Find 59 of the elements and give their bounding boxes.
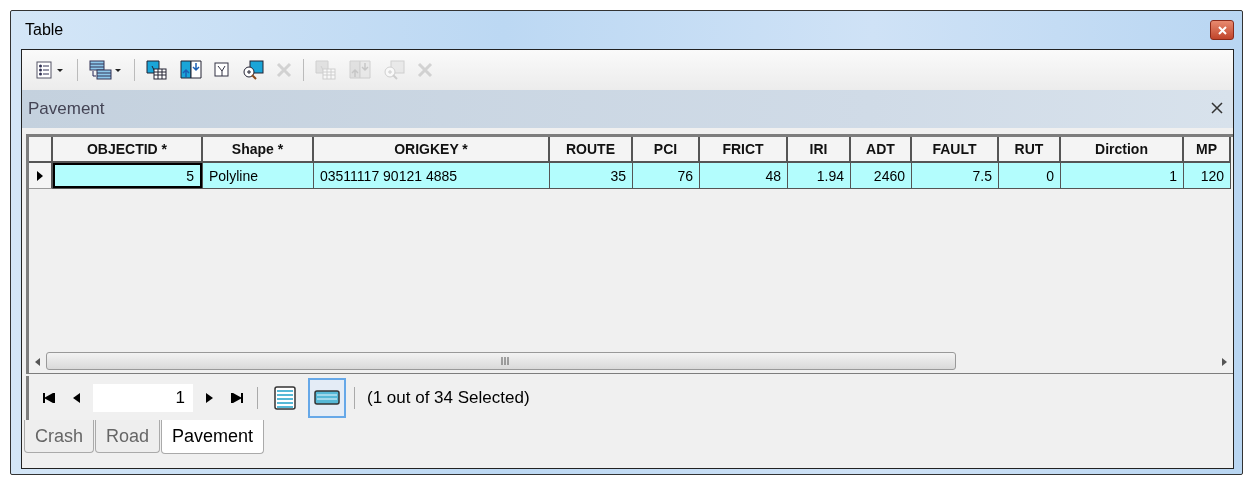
table-options-icon <box>36 61 66 79</box>
selection-status: (1 out of 34 Selected) <box>367 388 530 408</box>
left-arrow-icon <box>35 357 40 366</box>
last-record-icon <box>231 393 243 403</box>
column-header[interactable]: PCI <box>633 137 700 163</box>
table-cell: 35 <box>550 163 633 189</box>
table-cell: 0 <box>999 163 1061 189</box>
table-cell: 7.5 <box>912 163 999 189</box>
grip-icon <box>501 357 510 365</box>
row-marker[interactable] <box>29 163 53 189</box>
column-header[interactable]: OBJECTID * <box>53 137 203 163</box>
column-header[interactable]: ADT <box>851 137 912 163</box>
column-header[interactable]: ORIGKEY * <box>314 137 550 163</box>
column-header[interactable]: FRICT <box>700 137 788 163</box>
scrollbar-thumb[interactable] <box>46 352 956 370</box>
close-icon <box>1211 102 1223 114</box>
previous-record-icon <box>71 393 83 403</box>
tab[interactable]: Pavement <box>161 420 265 454</box>
table-cell: 5 <box>53 163 203 189</box>
select-table-icon <box>315 60 337 80</box>
selected-records-icon <box>314 390 340 406</box>
table-cell: 1.94 <box>788 163 851 189</box>
table-cell: 76 <box>633 163 700 189</box>
column-header[interactable]: MP <box>1184 137 1231 163</box>
column-header[interactable]: Dirction <box>1061 137 1184 163</box>
close-icon <box>1217 25 1227 35</box>
switch-selection-icon <box>180 60 202 80</box>
clear-selection-icon <box>214 62 230 78</box>
column-header[interactable]: RUT <box>999 137 1061 163</box>
close-button[interactable] <box>1210 20 1234 40</box>
row-pointer-icon <box>37 170 43 181</box>
column-header[interactable]: Shape * <box>203 137 314 163</box>
table-cell: 2460 <box>851 163 912 189</box>
grid-corner <box>29 137 53 163</box>
zoom-to-selected-icon <box>383 60 405 80</box>
record-number-field[interactable]: 1 <box>93 384 193 412</box>
window-title: Table <box>25 21 64 39</box>
zoom-to-selected-icon <box>242 60 264 80</box>
table-name: Pavement <box>28 99 105 119</box>
right-arrow-icon <box>1222 357 1227 366</box>
table-cell: 03511117 90121 4885 <box>314 163 550 189</box>
column-header[interactable]: IRI <box>788 137 851 163</box>
next-record-icon <box>203 393 215 403</box>
all-records-icon <box>274 386 296 410</box>
table-cell: 1 <box>1061 163 1184 189</box>
table-cell: Polyline <box>203 163 314 189</box>
column-header[interactable]: FAULT <box>912 137 999 163</box>
view-toggle-button[interactable] <box>308 378 346 418</box>
related-tables-icon <box>89 60 123 80</box>
first-record-icon <box>43 393 55 403</box>
select-table-icon <box>146 60 168 80</box>
switch-selection-icon <box>349 60 371 80</box>
tab[interactable]: Crash <box>24 420 94 453</box>
column-header[interactable]: ROUTE <box>550 137 633 163</box>
delete-icon <box>417 62 433 78</box>
tab[interactable]: Road <box>95 420 161 453</box>
table-cell: 120 <box>1184 163 1231 189</box>
delete-icon <box>276 62 292 78</box>
table-cell: 48 <box>700 163 788 189</box>
